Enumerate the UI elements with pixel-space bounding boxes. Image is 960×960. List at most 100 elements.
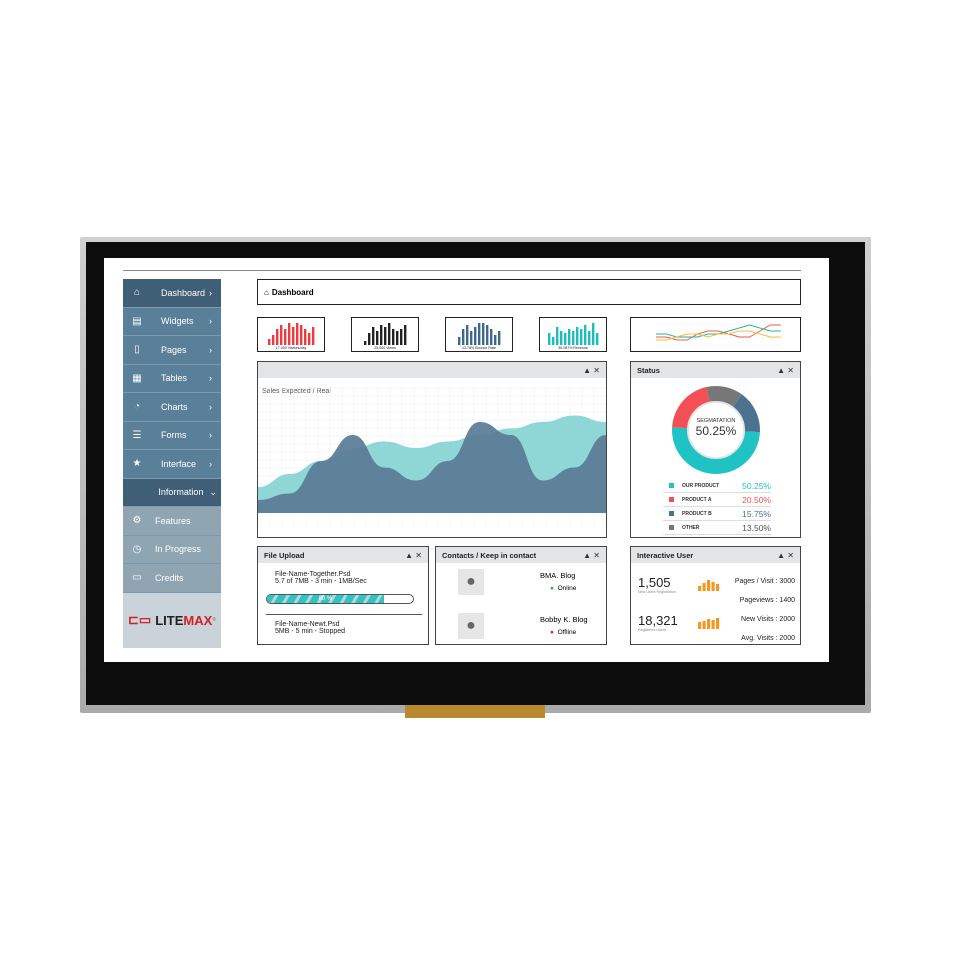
sidebar: ⌂ Dashboard › ▤ Widgets › ▯ Pages › ▦ Tables › ◔ Char… [123,279,221,648]
stat-label: 35.087% Revenue [558,346,588,350]
spark-bar [272,335,275,345]
stat-avg-visits: Avg. Visits : 2000 [741,635,795,642]
chevron-right-icon: › [209,401,212,412]
spark-bar [592,323,595,345]
spark-bar [572,331,575,345]
panel-controls[interactable]: ▲ ✕ [777,551,794,560]
spark-bar [276,329,279,345]
avatar: ● [458,613,484,639]
legend-swatch [669,525,674,530]
star-icon: ★ [132,458,142,470]
table-icon: ▦ [132,372,142,384]
legend-item: PRODUCT B 15.75% [663,507,771,521]
panel-controls[interactable]: ▲ ✕ [583,366,600,375]
spark-bar [552,337,555,345]
stat-card: 35.087% Revenue [539,317,607,352]
spark-bar [384,327,387,345]
sidebar-section-information[interactable]: Information ⌄ [123,478,221,507]
spark-bar [482,323,485,345]
status-dot: ● [550,629,554,636]
spark-bar [304,329,307,345]
panel-controls[interactable]: ▲ ✕ [583,551,600,560]
sidebar-item-forms[interactable]: ☰ Forms › [123,421,221,450]
spark-bar [584,325,587,345]
metric-bar [716,584,720,591]
sidebar-item-pages[interactable]: ▯ Pages › [123,336,221,365]
widgets-icon: ▤ [132,315,142,327]
spark-bar [312,327,315,345]
spark-bar [392,329,395,345]
panel-title: Status [637,365,660,375]
spark-bar [490,329,493,345]
metric-bar [707,580,711,591]
stat-pages-visit: Pages / Visit : 3000 [734,578,795,585]
spark-bar [364,341,367,345]
spark-bar [296,323,299,345]
spark-bar [556,327,559,345]
sidebar-item-interface[interactable]: ★ Interface › [123,450,221,479]
interactive-user-panel: Interactive User ▲ ✕ 1,505 New Users Regis… [630,546,801,645]
sidebar-item-charts[interactable]: ◔ Charts › [123,393,221,422]
flex-connector [405,705,545,718]
sales-panel: ▲ ✕ Sales Expected / Real [257,361,607,538]
chevron-right-icon: › [209,458,212,469]
chevron-right-icon: › [209,373,212,384]
sidebar-item-dashboard[interactable]: ⌂ Dashboard › [123,279,221,308]
header-bar: ⌂ Dashboard [257,279,801,305]
panel-controls[interactable]: ▲ ✕ [405,551,422,560]
metric-bar [711,582,715,591]
sidebar-item-widgets[interactable]: ▤ Widgets › [123,307,221,336]
contact-name: BMA. Blog [540,571,576,580]
stat-label: 25,000 Views [374,346,396,350]
upload-progress-bar: 80 % [266,594,414,604]
progress-fill: 80 % [267,595,384,603]
stat-new-visits: New Visits : 2000 [741,616,795,623]
spark-bar [466,325,469,345]
sidebar-item-in-progress[interactable]: ◷ In Progress [123,535,221,564]
contact-name: Bobby K. Blog [540,615,588,624]
panel-title: Contacts / Keep in contact [442,550,537,560]
spark-bar [268,339,271,345]
metric: 18,321 Registered Users [638,613,678,632]
section-label: Information [158,487,204,498]
spark-bar [368,333,371,345]
sidebar-item-credits[interactable]: ▭ Credits [123,564,221,593]
contact-status: Online [557,585,577,592]
sidebar-item-tables[interactable]: ▦ Tables › [123,364,221,393]
stat-card: 13.78% Bounce Rate [445,317,513,352]
stat-label: 13.78% Bounce Rate [462,346,496,350]
chevron-right-icon: › [209,287,212,298]
spark-bar [308,333,311,345]
panel-controls[interactable]: ▲ ✕ [777,366,794,375]
avatar: ● [458,569,484,595]
spark-bar [568,329,571,345]
form-icon: ☰ [132,429,142,441]
spark-bar [596,333,599,345]
panel-title: Interactive User [637,550,694,560]
stat-pageviews: Pageviews : 1400 [739,597,795,604]
spark-bar [300,325,303,345]
status-dot: ● [550,585,554,592]
chevron-right-icon: › [209,316,212,327]
spark-bar [494,335,497,345]
contacts-panel: Contacts / Keep in contact ▲ ✕ ● BMA. Blog… [435,546,607,645]
metric-bar [702,583,706,591]
file-info: 5.7 of 7MB - 3 min - 1MB/Sec [275,578,367,585]
file-upload-panel: File Upload ▲ ✕ File-Name-Together.Psd 5.7… [257,546,429,645]
stat-label: 17,000 Visitors/day [275,346,307,350]
sidebar-item-features[interactable]: ⚙ Features [123,507,221,536]
spark-bar [498,331,501,345]
spark-bar [380,325,383,345]
spark-bar [376,331,379,345]
legend-item: PRODUCT A 20.50% [663,493,771,507]
spark-bar [486,325,489,345]
spark-bar [458,337,461,345]
spark-bar [462,329,465,345]
spark-bar [588,331,591,345]
spark-bar [548,333,551,345]
metric-bar [716,618,720,629]
pie-chart-icon: ◔ [133,401,141,413]
spark-bar [564,333,567,345]
spark-bar [470,331,473,345]
gear-icon: ⚙ [132,515,142,527]
